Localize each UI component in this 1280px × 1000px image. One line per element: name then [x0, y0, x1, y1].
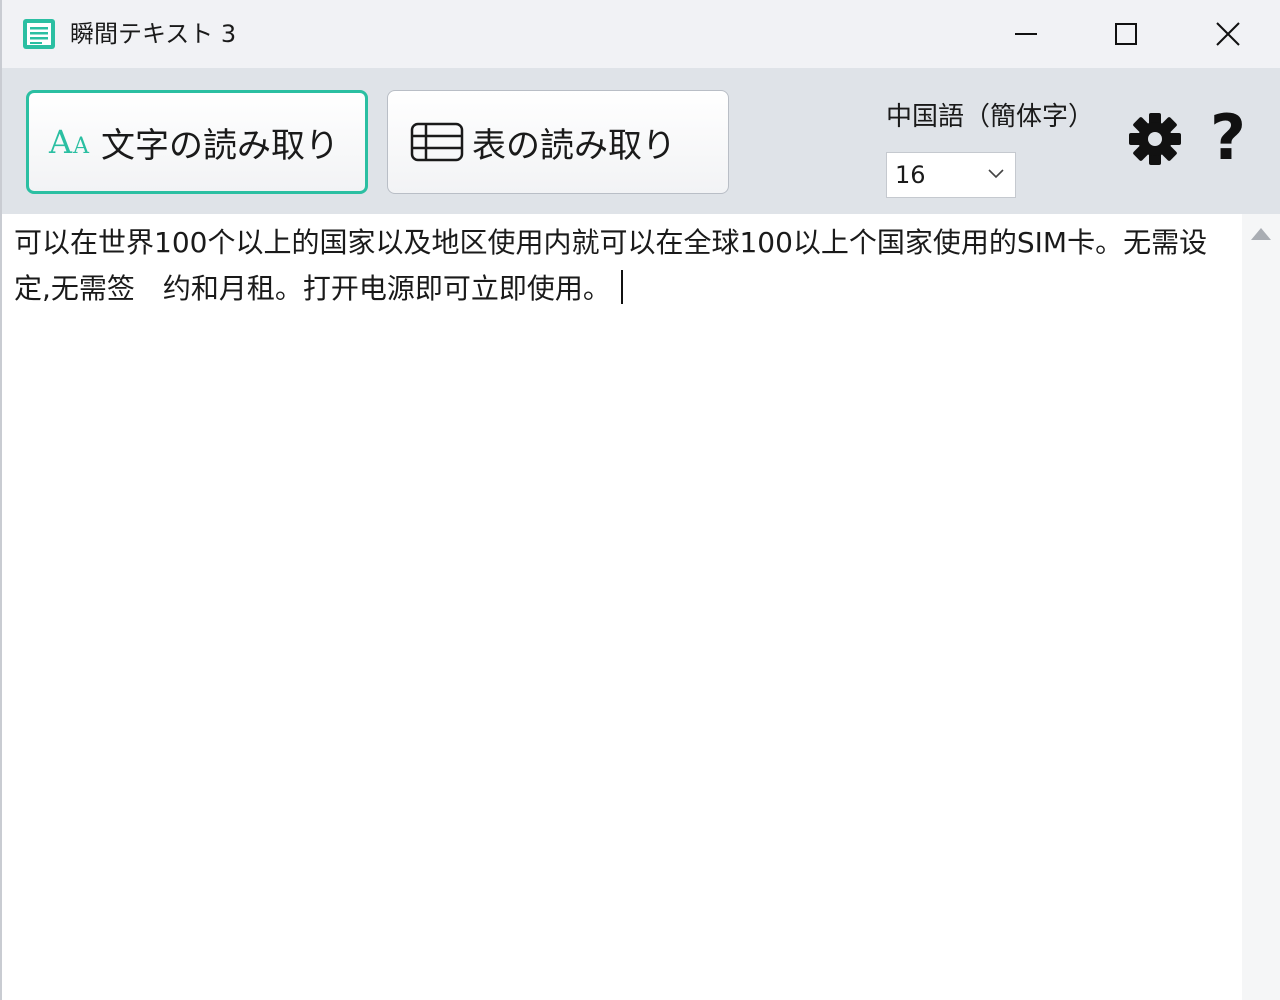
text-caret [620, 270, 623, 304]
editor-content[interactable]: 可以在世界100个以上的国家以及地区使用内就可以在全球100以上个国家使用的SI… [14, 220, 1236, 312]
table-recognition-button[interactable]: 表の読み取り [387, 90, 729, 194]
chevron-down-icon [988, 169, 1004, 179]
minimize-icon [1015, 33, 1037, 35]
maximize-button[interactable] [1076, 0, 1176, 68]
toolbar: AA 文字の読み取り 表の読み取り 中国語（簡体字） 16 ? [2, 68, 1280, 214]
font-aa-icon: AA [49, 126, 89, 158]
close-icon [1216, 22, 1240, 46]
text-recognition-label: 文字の読み取り [101, 125, 339, 166]
font-aa-icon-big: A [49, 123, 73, 161]
font-size-select[interactable]: 16 [886, 152, 1016, 198]
editor-text: 可以在世界100个以上的国家以及地区使用内就可以在全球100以上个国家使用的SI… [14, 226, 1208, 305]
close-button[interactable] [1178, 0, 1278, 68]
text-recognition-button[interactable]: AA 文字の読み取り [26, 90, 368, 194]
arrow-up-icon[interactable] [1250, 226, 1272, 242]
question-mark-icon[interactable]: ? [1206, 104, 1250, 172]
font-aa-icon-small: A [73, 134, 89, 159]
font-size-value: 16 [895, 161, 926, 189]
window-title: 瞬間テキスト 3 [70, 20, 237, 48]
app-icon [23, 19, 55, 49]
table-recognition-label: 表の読み取り [472, 125, 676, 166]
maximize-icon [1115, 23, 1137, 45]
gear-icon[interactable] [1128, 112, 1182, 166]
app-window: 瞬間テキスト 3 AA 文字の読み取り 表の読み取り 中国語（簡体字） 16 ?… [0, 0, 1280, 1000]
table-icon [410, 122, 464, 162]
vertical-scrollbar[interactable] [1242, 214, 1280, 1000]
title-bar: 瞬間テキスト 3 [2, 0, 1280, 68]
text-editor[interactable]: 可以在世界100个以上的国家以及地区使用内就可以在全球100以上个国家使用的SI… [2, 214, 1242, 1000]
language-label: 中国語（簡体字） [886, 102, 1095, 132]
minimize-button[interactable] [976, 0, 1076, 68]
